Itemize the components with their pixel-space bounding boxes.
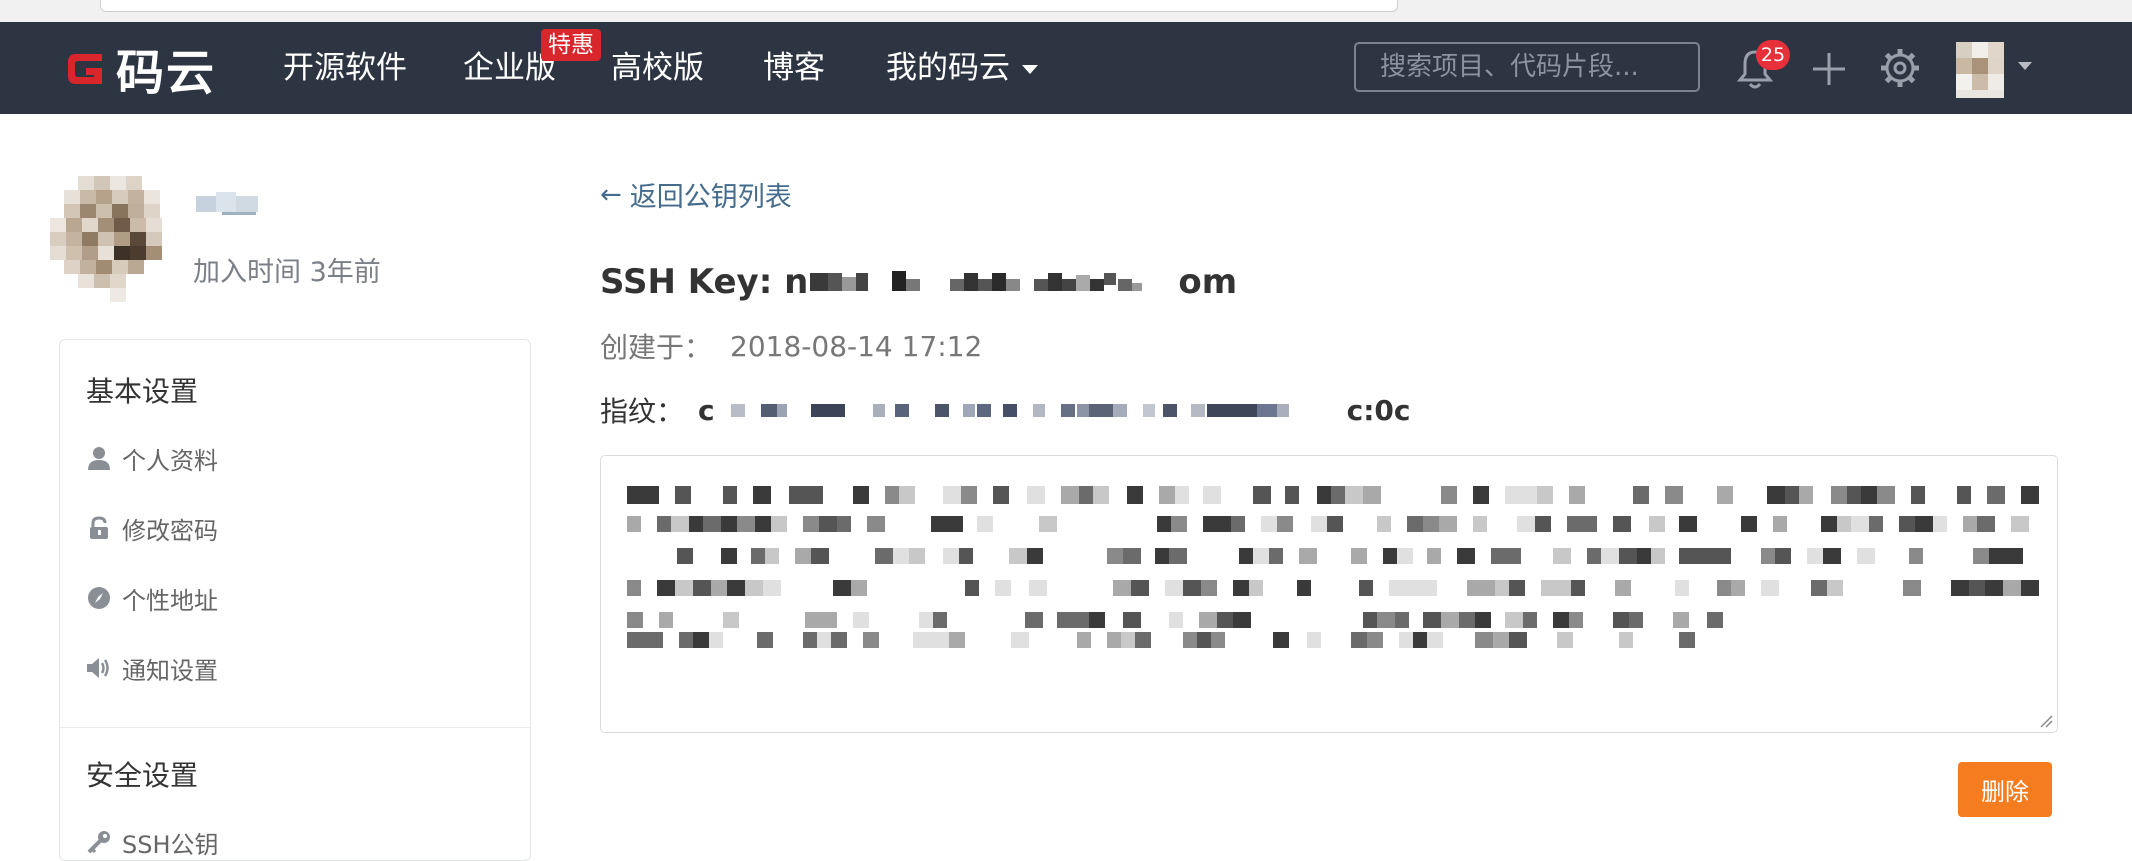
created-value: 2018-08-14 17:12 — [730, 329, 983, 363]
redacted-fingerprint — [730, 404, 1289, 417]
join-time: 加入时间 3年前 — [193, 257, 381, 288]
ssh-key-title: SSH Key: n om — [600, 262, 1237, 302]
sidebar-item-ssh-keys[interactable]: SSH公钥 — [86, 824, 219, 860]
sidebar-item-profile[interactable]: 个人资料 — [86, 440, 218, 476]
logo[interactable]: 码云 — [62, 40, 216, 101]
sidebar-item-label: 修改密码 — [122, 516, 218, 545]
unlock-icon — [86, 515, 112, 541]
address-bar[interactable] — [100, 0, 1398, 12]
user-icon — [86, 445, 112, 471]
notification-count-badge: 25 — [1756, 40, 1790, 70]
logo-g-icon — [68, 54, 102, 84]
back-to-key-list-link[interactable]: ← 返回公钥列表 — [600, 175, 792, 214]
nav-my-gitee[interactable]: 我的码云 — [886, 48, 1038, 88]
public-key-textarea[interactable] — [600, 455, 2058, 733]
sidebar-item-notifications[interactable]: 通知设置 — [86, 650, 218, 686]
avatar[interactable] — [1956, 42, 2004, 98]
chevron-down-icon[interactable] — [2018, 62, 2032, 70]
back-link-label: 返回公钥列表 — [629, 182, 792, 213]
chevron-down-icon — [1022, 65, 1038, 74]
plus-icon[interactable] — [1810, 50, 1848, 88]
delete-button[interactable]: 删除 — [1958, 762, 2052, 817]
speaker-icon — [86, 655, 112, 681]
fingerprint-prefix: c — [698, 393, 715, 427]
created-at: 创建于： 2018-08-14 17:12 — [600, 326, 982, 366]
sidebar-item-change-password[interactable]: 修改密码 — [86, 510, 218, 546]
sidebar-item-label: 通知设置 — [122, 656, 218, 685]
arrow-left-icon: ← — [600, 179, 622, 210]
nav-open-source[interactable]: 开源软件 — [283, 48, 407, 88]
profile-avatar — [50, 174, 180, 306]
logo-text: 码云 — [116, 45, 217, 101]
ssh-title-suffix: om — [1178, 262, 1238, 302]
group-title-security: 安全设置 — [86, 759, 199, 792]
username-redacted — [196, 192, 258, 215]
sidebar-divider — [60, 727, 530, 728]
search-input[interactable] — [1354, 42, 1700, 92]
fingerprint-suffix: c:0c — [1346, 393, 1411, 427]
resize-handle-icon[interactable] — [2039, 714, 2053, 728]
redacted-public-key — [627, 486, 2039, 648]
nav-blog[interactable]: 博客 — [763, 48, 825, 88]
compass-icon — [86, 585, 112, 611]
ssh-title-prefix: SSH Key: n — [600, 262, 809, 302]
nav-my-gitee-label: 我的码云 — [886, 50, 1010, 86]
sidebar-item-label: SSH公钥 — [122, 830, 219, 859]
browser-toolbar — [0, 0, 2132, 22]
fingerprint: 指纹： c c:0c — [600, 390, 1411, 430]
group-title-basic: 基本设置 — [86, 375, 199, 408]
redacted-key-name — [810, 271, 1143, 291]
top-navbar: 码云 开源软件 企业版 特惠 高校版 博客 我的码云 25 — [0, 22, 2132, 114]
sidebar-item-label: 个性地址 — [122, 586, 218, 615]
created-label: 创建于： — [600, 331, 713, 364]
sidebar-item-label: 个人资料 — [122, 446, 218, 475]
fingerprint-label: 指纹： — [600, 395, 685, 428]
sidebar-item-personal-url[interactable]: 个性地址 — [86, 580, 218, 616]
gear-icon[interactable] — [1878, 46, 1922, 90]
promo-badge: 特惠 — [541, 29, 601, 61]
settings-sidebar: 基本设置 个人资料 修改密码 个性地址 通知设置 安全设置 SSH公钥 — [59, 339, 531, 861]
key-icon — [86, 829, 112, 855]
nav-university[interactable]: 高校版 — [611, 48, 704, 88]
